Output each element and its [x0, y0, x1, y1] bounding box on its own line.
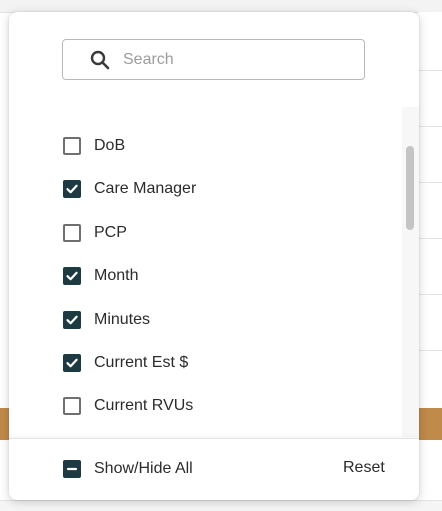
background-row-divider: [418, 350, 442, 351]
background-highlight-cell: [418, 408, 442, 440]
background-row-divider: [418, 294, 442, 295]
background-row-divider: [418, 238, 442, 239]
popover-footer: Show/Hide All Reset: [9, 438, 419, 500]
column-option[interactable]: Minutes: [63, 308, 150, 332]
show-hide-all-checkbox[interactable]: [63, 460, 81, 478]
column-option-label: Current Est $: [94, 354, 188, 372]
column-option-label: Care Manager: [94, 180, 196, 198]
column-option-label: Current RVUs: [94, 397, 193, 415]
column-option[interactable]: Current Est $: [63, 351, 188, 375]
column-option-label: PCP: [94, 224, 127, 242]
column-option-checkbox[interactable]: [63, 354, 81, 372]
column-option-checkbox[interactable]: [63, 137, 81, 155]
column-option[interactable]: Care Manager: [63, 177, 196, 201]
search-box[interactable]: [62, 39, 365, 80]
column-option-checkbox[interactable]: [63, 311, 81, 329]
background-row-divider: [418, 126, 442, 127]
scrollbar-thumb[interactable]: [406, 146, 414, 230]
column-list[interactable]: DoB Care Manager PCP Month Minutes Current Es…: [9, 112, 419, 438]
background-row-divider: [418, 70, 442, 71]
background-row-divider: [418, 182, 442, 183]
column-option[interactable]: Month: [63, 264, 138, 288]
column-option-checkbox[interactable]: [63, 224, 81, 242]
column-chooser-popover: DoB Care Manager PCP Month Minutes Current Es…: [9, 12, 419, 500]
show-hide-all-toggle[interactable]: Show/Hide All: [63, 457, 193, 481]
search-input[interactable]: [123, 51, 323, 69]
column-option-label: Minutes: [94, 311, 150, 329]
show-hide-all-label: Show/Hide All: [94, 460, 193, 478]
reset-button[interactable]: Reset: [339, 456, 389, 480]
search-icon: [89, 49, 111, 71]
column-option-checkbox[interactable]: [63, 180, 81, 198]
column-option-checkbox[interactable]: [63, 267, 81, 285]
column-option[interactable]: PCP: [63, 221, 127, 245]
column-option-label: Month: [94, 267, 138, 285]
column-option[interactable]: Current RVUs: [63, 394, 193, 418]
column-option[interactable]: DoB: [63, 134, 125, 158]
column-option-label: DoB: [94, 137, 125, 155]
background-footer-strip: [0, 500, 442, 511]
column-option-checkbox[interactable]: [63, 397, 81, 415]
